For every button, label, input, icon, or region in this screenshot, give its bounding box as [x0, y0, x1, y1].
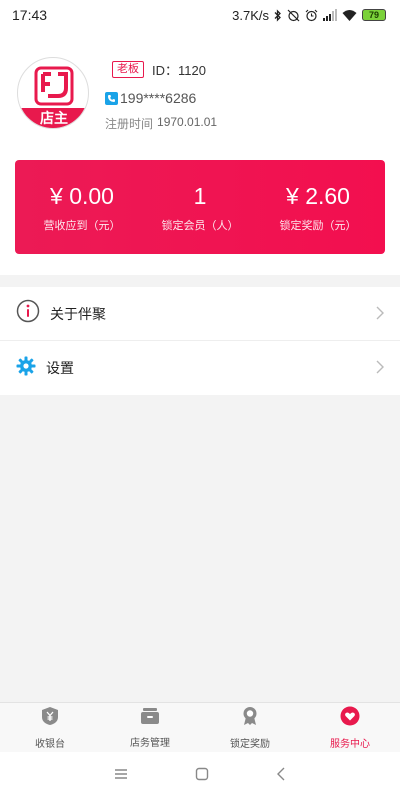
info-icon	[16, 299, 40, 328]
profile-header: 店主 老板 ID：1120 199****6286 注册时间 1970.01.0…	[0, 30, 400, 275]
chevron-right-icon	[376, 360, 384, 379]
signal-icon	[323, 8, 337, 22]
register-label: 注册时间	[105, 117, 154, 131]
status-bar: 17:43 3.7K/s 79	[0, 0, 400, 30]
role-badge: 老板	[112, 61, 144, 78]
cashier-icon	[41, 706, 59, 731]
tab-label: 收银台	[35, 738, 65, 750]
menu-item-about[interactable]: 关于伴聚	[0, 287, 400, 341]
menu-nav-icon[interactable]	[114, 767, 128, 785]
bluetooth-icon	[274, 8, 282, 22]
stat-label: 锁定奖励（元）	[279, 220, 357, 232]
stat-value: ¥ 0.00	[50, 183, 114, 209]
tab-service-center[interactable]: 服务中心	[300, 703, 400, 752]
register-row: 注册时间 1970.01.01	[105, 115, 217, 132]
tab-label: 店务管理	[130, 737, 170, 749]
award-icon	[241, 706, 259, 731]
tab-store[interactable]: 店务管理	[100, 703, 200, 752]
stat-value: ¥ 2.60	[286, 183, 350, 209]
settings-menu: 关于伴聚 设置	[0, 287, 400, 395]
stat-value: 1	[193, 183, 207, 209]
alarm-icon	[305, 8, 318, 22]
store-icon	[140, 707, 160, 730]
stat-label: 锁定会员（人）	[161, 220, 239, 232]
tab-label: 锁定奖励	[230, 738, 270, 750]
stats-card: ¥ 0.00 营收应到（元） 1 锁定会员（人） ¥ 2.60 锁定奖励（元）	[15, 160, 385, 254]
home-nav-icon[interactable]	[195, 767, 209, 786]
user-id: ID：1120	[152, 63, 206, 78]
stat-label: 营收应到（元）	[43, 220, 121, 232]
chevron-right-icon	[376, 306, 384, 325]
alarm-off-icon	[287, 8, 300, 22]
network-speed: 3.7K/s	[232, 7, 269, 23]
tab-cashier[interactable]: 收银台	[0, 703, 100, 752]
tab-label: 服务中心	[330, 738, 370, 750]
stat-members[interactable]: 1 锁定会员（人）	[145, 160, 255, 254]
menu-label: 关于伴聚	[50, 305, 106, 322]
phone-row: 199****6286	[105, 90, 196, 106]
stat-reward[interactable]: ¥ 2.60 锁定奖励（元）	[263, 160, 373, 254]
phone-number: 199****6286	[120, 90, 197, 106]
menu-label: 设置	[46, 360, 74, 376]
wifi-icon	[342, 8, 357, 22]
gear-icon	[16, 356, 36, 381]
avatar-label: 店主	[40, 110, 68, 126]
system-nav-bar	[0, 752, 400, 800]
register-date: 1970.01.01	[157, 115, 218, 129]
battery-icon: 79	[362, 9, 386, 21]
phone-icon	[105, 91, 118, 105]
stat-revenue[interactable]: ¥ 0.00 营收应到（元）	[27, 160, 137, 254]
back-nav-icon[interactable]	[276, 767, 286, 786]
status-time: 17:43	[12, 7, 48, 23]
bottom-tab-bar: 收银台 店务管理 锁定奖励 服务中心	[0, 702, 400, 752]
status-icons: 3.7K/s 79	[232, 8, 386, 23]
avatar[interactable]: 店主	[17, 57, 89, 129]
role-row: 老板 ID：1120	[112, 60, 206, 79]
tab-award[interactable]: 锁定奖励	[200, 703, 300, 752]
menu-item-settings[interactable]: 设置	[0, 341, 400, 395]
heart-icon	[340, 706, 360, 731]
